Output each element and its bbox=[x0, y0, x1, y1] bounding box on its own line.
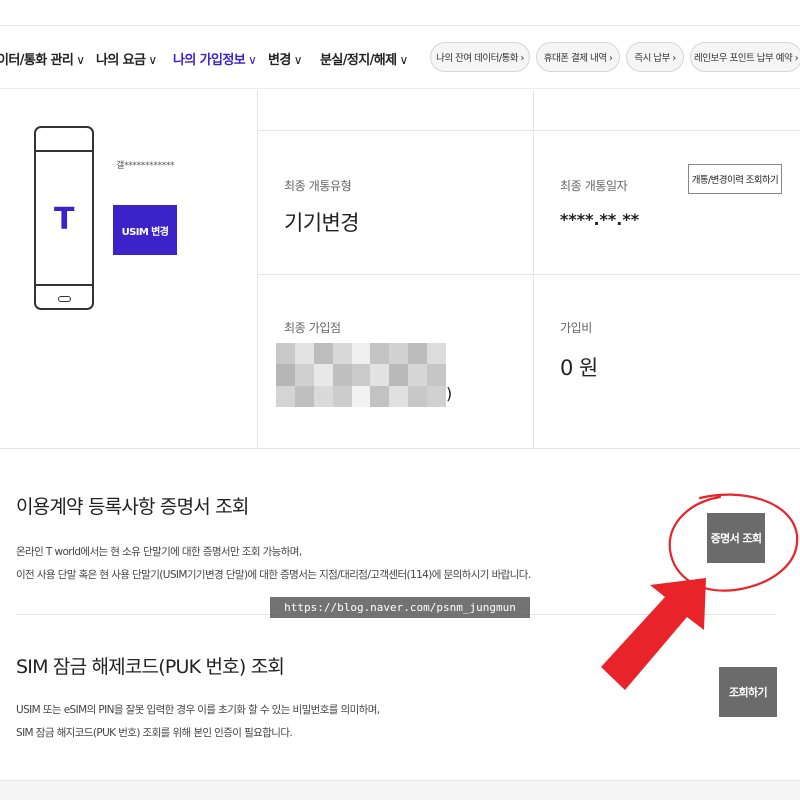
divider bbox=[257, 274, 800, 275]
nav-label: 이터/통화 관리 bbox=[0, 53, 74, 68]
divider bbox=[0, 448, 800, 449]
certificate-desc-line2: 이전 사용 단말 혹은 현 사용 단말기(USIM기기변경 단말)에 대한 증명… bbox=[16, 569, 531, 581]
nav-label: 변경 bbox=[268, 53, 291, 68]
phone-icon: T bbox=[34, 126, 94, 310]
store-name-paren: ) bbox=[446, 384, 453, 403]
certificate-lookup-button[interactable]: 증명서 조회 bbox=[707, 513, 765, 563]
certificate-desc: 온라인 T world에서는 현 소유 단말기에 대한 증명서만 조회 가능하며… bbox=[16, 541, 531, 587]
usim-change-button[interactable]: USIM 변경 bbox=[113, 205, 177, 255]
store-name-blurred bbox=[276, 343, 446, 407]
store-label: 최종 가입점 bbox=[284, 321, 341, 335]
chevron-down-icon: ∨ bbox=[76, 53, 85, 67]
certificate-section-title: 이용계약 등록사항 증명서 조회 bbox=[16, 496, 249, 518]
puk-desc: USIM 또는 eSIM의 PIN을 잘못 입력한 경우 이를 초기화 할 수 … bbox=[16, 699, 380, 745]
chevron-down-icon: ∨ bbox=[399, 53, 408, 67]
nav-item-data-call[interactable]: 이터/통화 관리 ∨ bbox=[0, 49, 85, 68]
open-history-button[interactable]: 개통/변경이력 조회하기 bbox=[688, 164, 782, 194]
footer bbox=[0, 780, 800, 800]
chevron-down-icon: ∨ bbox=[248, 53, 257, 67]
brand-logo: T bbox=[54, 202, 75, 237]
divider bbox=[533, 90, 534, 448]
nav-item-my-fee[interactable]: 나의 요금 ∨ bbox=[96, 49, 157, 68]
chip-instant-payment[interactable]: 즉시 납부 › bbox=[626, 42, 684, 72]
certificate-desc-line1: 온라인 T world에서는 현 소유 단말기에 대한 증명서만 조회 가능하며… bbox=[16, 546, 302, 558]
nav-label: 나의 가입정보 bbox=[173, 53, 246, 68]
nav-item-my-subscription[interactable]: 나의 가입정보 ∨ bbox=[173, 49, 257, 68]
pointer-arrow-icon bbox=[601, 578, 706, 690]
device-model-name: 갤************ bbox=[116, 161, 175, 171]
nav-item-lost-suspend[interactable]: 분실/정지/해제 ∨ bbox=[320, 49, 408, 68]
top-strip bbox=[0, 0, 800, 26]
nav-label: 나의 요금 bbox=[96, 53, 146, 68]
puk-desc-line1: USIM 또는 eSIM의 PIN을 잘못 입력한 경우 이를 초기화 할 수 … bbox=[16, 704, 380, 716]
open-date-label: 최종 개통일자 bbox=[560, 179, 628, 193]
fee-label: 가입비 bbox=[560, 321, 592, 335]
puk-section-title: SIM 잠금 해제코드(PUK 번호) 조회 bbox=[16, 656, 285, 678]
divider bbox=[257, 90, 258, 448]
chip-phone-payment[interactable]: 휴대폰 결제 내역 › bbox=[536, 42, 620, 72]
watermark: https://blog.naver.com/psnm_jungmun bbox=[270, 597, 530, 618]
open-type-value: 기기변경 bbox=[284, 211, 359, 235]
main-nav: 이터/통화 관리 ∨ 나의 요금 ∨ 나의 가입정보 ∨ 변경 ∨ 분실/정지/해제 ∨ … bbox=[0, 27, 800, 89]
open-type-label: 최종 개통유형 bbox=[284, 179, 352, 193]
chip-rainbow-point[interactable]: 레인보우 포인트 납부 예약 › bbox=[690, 42, 800, 72]
puk-desc-line2: SIM 잠금 해지코드(PUK 번호) 조회를 위해 본인 인증이 필요합니다. bbox=[16, 727, 293, 739]
fee-value: 0 원 bbox=[560, 356, 598, 380]
chevron-down-icon: ∨ bbox=[293, 53, 303, 67]
puk-lookup-button[interactable]: 조회하기 bbox=[719, 667, 777, 717]
open-date-value: ****.**.** bbox=[560, 210, 640, 229]
chevron-down-icon: ∨ bbox=[148, 53, 157, 67]
divider bbox=[257, 130, 800, 131]
nav-label: 분실/정지/해제 bbox=[320, 53, 397, 68]
nav-item-change[interactable]: 변경 ∨ bbox=[268, 49, 303, 68]
chip-remaining-data[interactable]: 나의 잔여 데이터/통화 › bbox=[430, 42, 530, 72]
